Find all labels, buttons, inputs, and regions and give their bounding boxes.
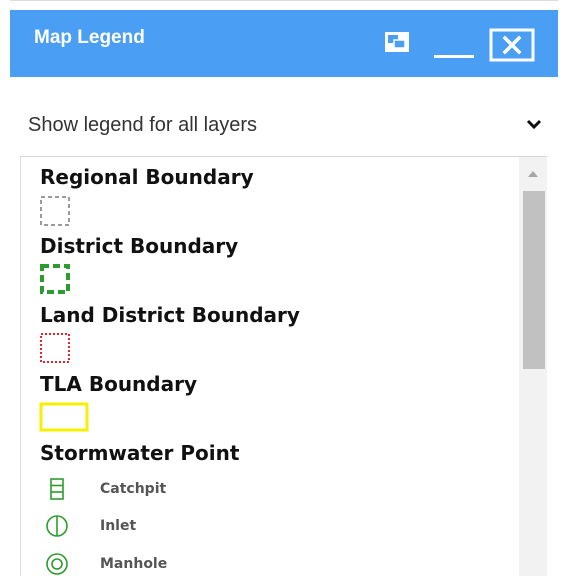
layer-title-district-boundary: District Boundary	[40, 234, 239, 258]
legend-item-manhole: Manhole	[100, 556, 168, 572]
close-icon	[489, 28, 535, 62]
regional-boundary-symbol	[40, 196, 70, 226]
inlet-icon	[46, 515, 68, 537]
minimize-icon	[434, 55, 474, 58]
layer-title-regional-boundary: Regional Boundary	[40, 165, 254, 189]
tla-boundary-symbol	[39, 402, 89, 432]
legend-list: Regional Boundary District Boundary Land…	[20, 156, 547, 576]
layer-title-land-district-boundary: Land District Boundary	[40, 303, 300, 327]
restore-button[interactable]	[381, 27, 415, 57]
district-boundary-symbol	[40, 264, 70, 294]
restore-window-icon	[385, 32, 409, 52]
layer-title-stormwater-point: Stormwater Point	[40, 441, 240, 465]
layer-title-tla-boundary: TLA Boundary	[40, 372, 198, 396]
panel-title: Map Legend	[34, 27, 145, 48]
legend-item-catchpit: Catchpit	[100, 481, 167, 497]
legend-layer-select[interactable]: Show legend for all layers	[18, 100, 550, 152]
scrollbar-thumb[interactable]	[523, 191, 545, 369]
manhole-icon	[46, 553, 68, 575]
chevron-down-icon	[526, 119, 542, 130]
scrollbar[interactable]	[519, 157, 547, 576]
legend-item-inlet: Inlet	[100, 518, 137, 534]
close-button[interactable]	[489, 28, 537, 62]
minimize-button[interactable]	[434, 31, 476, 61]
land-district-boundary-symbol	[40, 333, 70, 363]
scroll-up-arrow-icon[interactable]	[528, 171, 538, 177]
legend-layer-select-value: Show legend for all layers	[28, 114, 258, 136]
legend-header: Map Legend	[10, 10, 558, 77]
catchpit-icon	[50, 478, 64, 500]
